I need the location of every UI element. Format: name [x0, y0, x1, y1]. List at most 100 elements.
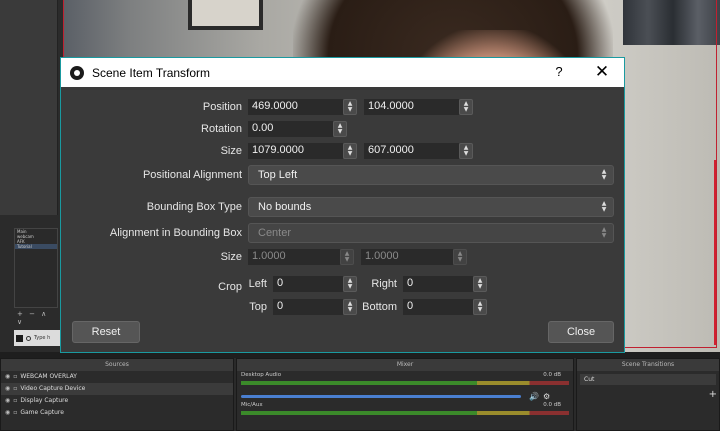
channel-level: 0.0 dB — [543, 402, 561, 408]
chevron-down-icon[interactable]: ▼ — [348, 307, 353, 313]
bounds-size-label: Size — [220, 251, 242, 263]
crop-left-spinner[interactable]: ▲ ▼ — [343, 276, 357, 292]
chevron-down-icon[interactable]: ▼ — [345, 257, 350, 263]
bounds-height-input[interactable]: 1.0000 ▲ ▼ — [361, 249, 467, 265]
speaker-icon[interactable]: 🔊 — [529, 392, 539, 401]
source-label: WEBCAM OVERLAY — [20, 373, 77, 380]
position-x-input[interactable]: 469.0000 ▲ ▼ — [248, 99, 357, 115]
eye-icon[interactable]: ◉ — [5, 371, 10, 383]
add-transition-button[interactable]: + — [709, 389, 717, 400]
gear-icon[interactable]: ⚙ — [543, 392, 550, 401]
alignment-in-bounding-box-select[interactable]: Center ▲ ▼ — [248, 223, 614, 243]
crop-top-input[interactable]: 0 ▲ ▼ — [273, 299, 357, 315]
position-y-input[interactable]: 104.0000 ▲ ▼ — [364, 99, 473, 115]
chevron-down-icon[interactable]: ▼ — [478, 307, 483, 313]
positional-alignment-select[interactable]: Top Left ▲ ▼ — [248, 165, 614, 185]
sources-dock: Sources ◉ ▫ WEBCAM OVERLAY ◉ ▫ Video Capture… — [0, 358, 234, 431]
crop-bottom-input[interactable]: 0 ▲ ▼ — [403, 299, 487, 315]
lock-icon[interactable]: ▫ — [13, 383, 17, 395]
help-button[interactable]: ? — [551, 64, 567, 80]
crop-bottom-label: Bottom — [362, 301, 397, 313]
size-height-input[interactable]: 607.0000 ▲ ▼ — [364, 143, 473, 159]
position-y-spinner[interactable]: ▲ ▼ — [459, 99, 473, 115]
crop-top-label: Top — [249, 301, 267, 313]
position-label: Position — [202, 101, 242, 113]
chevron-down-icon[interactable]: ▼ — [348, 107, 353, 113]
rotation-label: Rotation — [201, 123, 242, 135]
obs-window: Main webcam AFK Tutorial + − ∧ ∨ Type h … — [0, 0, 720, 431]
crop-left-input[interactable]: 0 ▲ ▼ — [273, 276, 357, 292]
channel-name: Mic/Aux — [241, 402, 263, 408]
positional-alignment-value: Top Left — [258, 169, 298, 181]
taskbar-search-text[interactable]: Type h — [34, 335, 50, 341]
size-width-value: 1079.0000 — [252, 144, 304, 156]
bounds-height-value: 1.0000 — [365, 250, 399, 262]
scene-item-transform-dialog: Scene Item Transform ? ✕ Position 469.00… — [60, 57, 625, 353]
lock-icon[interactable]: ▫ — [13, 395, 17, 407]
size-width-spinner[interactable]: ▲ ▼ — [343, 143, 357, 159]
rotation-spinner[interactable]: ▲ ▼ — [333, 121, 347, 137]
chevron-down-icon[interactable]: ▼ — [338, 129, 343, 135]
crop-right-value: 0 — [407, 277, 414, 289]
source-label: Display Capture — [20, 397, 69, 404]
chevron-down-icon[interactable]: ▼ — [464, 151, 469, 157]
rotation-input[interactable]: 0.00 ▲ ▼ — [248, 121, 347, 137]
bounds-width-input[interactable]: 1.0000 ▲ ▼ — [248, 249, 354, 265]
source-item[interactable]: ◉ ▫ Video Capture Device — [1, 383, 233, 395]
close-icon[interactable]: ✕ — [593, 62, 611, 82]
scenes-toolbar[interactable]: + − ∧ ∨ — [14, 310, 58, 326]
audio-meter — [241, 381, 569, 385]
mixer-channel-header: Desktop Audio 0.0 dB — [237, 371, 573, 380]
source-item[interactable]: ◉ ▫ Game Capture — [1, 407, 233, 419]
crop-top-value: 0 — [277, 300, 284, 312]
position-x-value: 469.0000 — [252, 100, 298, 112]
eye-icon[interactable]: ◉ — [5, 383, 10, 395]
close-button[interactable]: Close — [548, 321, 614, 343]
scene-item[interactable]: Tutorial — [15, 244, 57, 249]
sources-title: Sources — [1, 359, 233, 371]
taskbar-search-icon[interactable] — [26, 335, 31, 341]
chevron-down-icon[interactable]: ▼ — [464, 107, 469, 113]
resize-handle[interactable] — [708, 160, 716, 345]
eye-icon[interactable]: ◉ — [5, 395, 10, 407]
transition-select[interactable]: Cut — [580, 374, 716, 385]
chevron-down-icon[interactable]: ▼ — [458, 257, 463, 263]
bounds-width-spinner[interactable]: ▲ ▼ — [340, 249, 354, 265]
lock-icon[interactable]: ▫ — [13, 407, 17, 419]
channel-level: 0.0 dB — [543, 372, 561, 378]
source-item[interactable]: ◉ ▫ Display Capture — [1, 395, 233, 407]
chevron-down-icon[interactable]: ▼ — [348, 284, 353, 290]
source-label: Game Capture — [20, 409, 64, 416]
crop-right-spinner[interactable]: ▲ ▼ — [473, 276, 487, 292]
lock-icon[interactable]: ▫ — [13, 371, 17, 383]
size-height-value: 607.0000 — [368, 144, 414, 156]
bounds-height-spinner[interactable]: ▲ ▼ — [453, 249, 467, 265]
crop-right-input[interactable]: 0 ▲ ▼ — [403, 276, 487, 292]
size-width-input[interactable]: 1079.0000 ▲ ▼ — [248, 143, 357, 159]
size-label: Size — [220, 145, 242, 157]
eye-icon[interactable]: ◉ — [5, 407, 10, 419]
bottom-docks: Sources ◉ ▫ WEBCAM OVERLAY ◉ ▫ Video Capture… — [0, 358, 720, 431]
position-x-spinner[interactable]: ▲ ▼ — [343, 99, 357, 115]
chevron-down-icon[interactable]: ▼ — [478, 284, 483, 290]
dialog-titlebar[interactable]: Scene Item Transform ? ✕ — [61, 58, 624, 87]
bounding-box-type-label: Bounding Box Type — [146, 201, 242, 213]
bounding-box-type-value: No bounds — [258, 201, 312, 213]
mixer-title: Mixer — [237, 359, 573, 371]
windows-icon[interactable] — [16, 334, 23, 342]
rotation-value: 0.00 — [252, 122, 274, 134]
position-y-value: 104.0000 — [368, 100, 414, 112]
crop-right-label: Right — [371, 278, 397, 290]
reset-button[interactable]: Reset — [72, 321, 140, 343]
crop-bottom-spinner[interactable]: ▲ ▼ — [473, 299, 487, 315]
dialog-title: Scene Item Transform — [92, 65, 211, 80]
size-height-spinner[interactable]: ▲ ▼ — [459, 143, 473, 159]
transitions-title: Scene Transitions — [577, 359, 719, 371]
updown-chevron-icon: ▲ ▼ — [601, 168, 607, 181]
bounding-box-type-select[interactable]: No bounds ▲ ▼ — [248, 197, 614, 217]
chevron-down-icon[interactable]: ▼ — [348, 151, 353, 157]
source-item[interactable]: ◉ ▫ WEBCAM OVERLAY — [1, 371, 233, 383]
crop-left-value: 0 — [277, 277, 284, 289]
source-label: Video Capture Device — [20, 385, 86, 392]
volume-slider[interactable] — [241, 395, 521, 398]
